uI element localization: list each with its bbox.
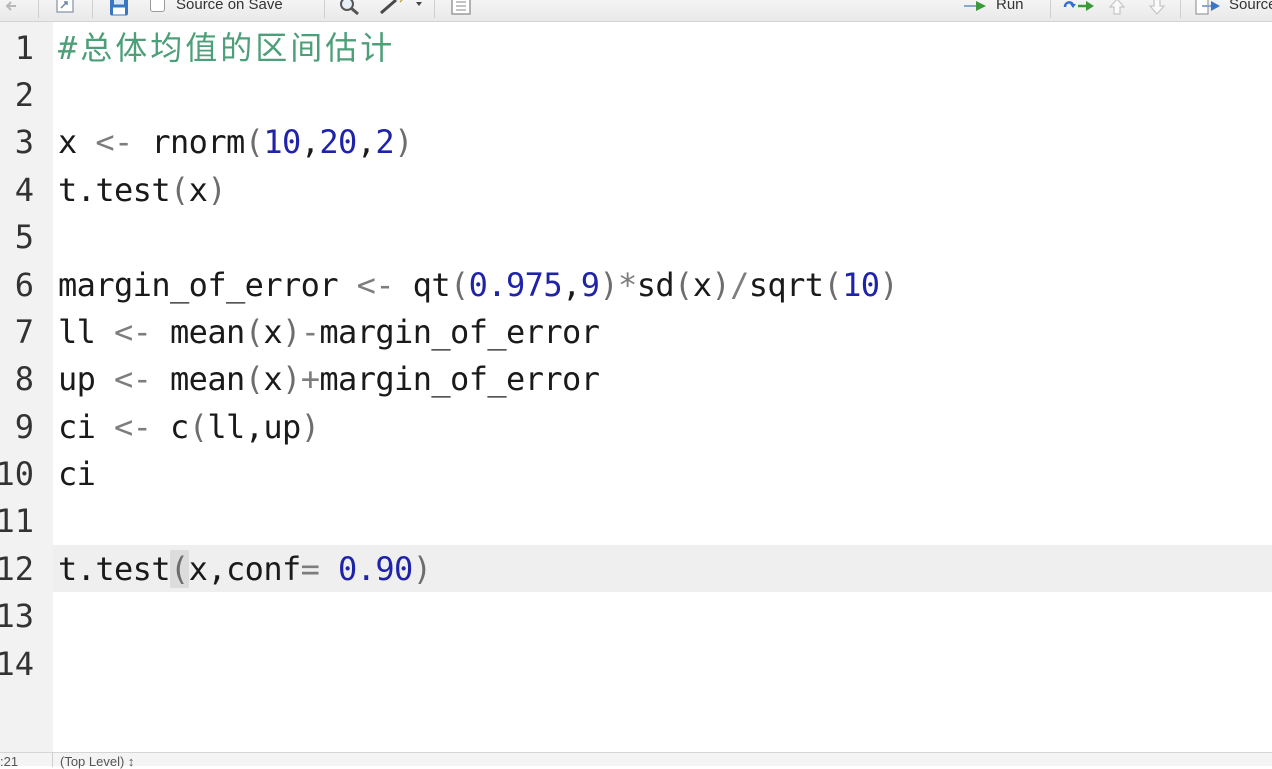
code-line[interactable]: 7 ll <- mean(x)-margin_of_error [0,308,1272,355]
line-number: 2 [14,76,34,114]
compile-report-icon[interactable] [450,0,472,16]
code-text[interactable]: ll <- mean(x)-margin_of_error [58,314,600,350]
line-number: 14 [0,645,34,683]
code-line[interactable]: 11 [0,497,1272,544]
code-text[interactable]: t.test(x) [58,172,227,208]
search-icon[interactable] [338,0,362,17]
code-line[interactable]: 2 [0,71,1272,118]
code-line[interactable]: 4 t.test(x) [0,166,1272,213]
source-icon[interactable] [1194,0,1224,16]
back-arrow-icon[interactable] [4,0,24,16]
go-up-icon[interactable] [1106,0,1128,16]
line-number: 8 [14,360,34,398]
line-number: 11 [0,502,34,540]
run-icon[interactable] [962,0,992,16]
go-down-icon[interactable] [1146,0,1168,16]
save-icon[interactable] [108,0,130,17]
code-text[interactable]: x <- rnorm(10,20,2) [58,124,413,160]
line-number: 10 [0,455,34,493]
line-number: 7 [14,313,34,351]
line-number: 13 [0,597,34,635]
line-number: 1 [14,29,34,67]
line-number: 12 [0,550,34,588]
code-text[interactable]: up <- mean(x)+margin_of_error [58,361,600,397]
code-line[interactable]: 8 up <- mean(x)+margin_of_error [0,355,1272,402]
code-text-comment[interactable]: #总体均值的区间估计 [58,30,395,66]
line-number: 5 [14,218,34,256]
code-text[interactable]: t.test(x,conf= 0.90) [58,550,432,588]
source-button[interactable]: Source [1229,0,1272,13]
editor-statusbar: :21 (Top Level) ↕ [0,752,1272,769]
code-line-active[interactable]: 12 t.test(x,conf= 0.90) [0,545,1272,592]
code-line[interactable]: 5 [0,213,1272,260]
code-line[interactable]: 6 margin_of_error <- qt(0.975,9)*sd(x)/s… [0,261,1272,308]
code-line[interactable]: 14 [0,640,1272,687]
code-line[interactable]: 3 x <- rnorm(10,20,2) [0,118,1272,165]
cursor-position: :21 [0,754,19,769]
line-number: 4 [14,171,34,209]
run-button[interactable]: Run [996,0,1024,13]
line-number: 3 [14,123,34,161]
code-tools-wand-icon[interactable] [378,0,428,16]
scope-dropdown[interactable]: (Top Level) ↕ [60,754,134,769]
rerun-icon[interactable] [1062,0,1096,16]
show-in-window-icon[interactable] [54,0,76,16]
code-text[interactable]: ci <- c(ll,up) [58,409,320,445]
code-text[interactable]: ci [58,456,96,492]
line-number: 6 [14,266,34,304]
source-on-save-checkbox[interactable] [150,0,165,12]
code-text[interactable]: margin_of_error <- qt(0.975,9)*sd(x)/sqr… [58,267,899,303]
code-line[interactable]: 10 ci [0,450,1272,497]
source-on-save-label[interactable]: Source on Save [176,0,283,13]
code-line[interactable]: 1 #总体均值的区间估计 [0,24,1272,71]
editor-toolbar: Source on Save Run Source [0,0,1272,22]
line-number: 9 [14,408,34,446]
code-line[interactable]: 9 ci <- c(ll,up) [0,403,1272,450]
code-line[interactable]: 13 [0,592,1272,639]
